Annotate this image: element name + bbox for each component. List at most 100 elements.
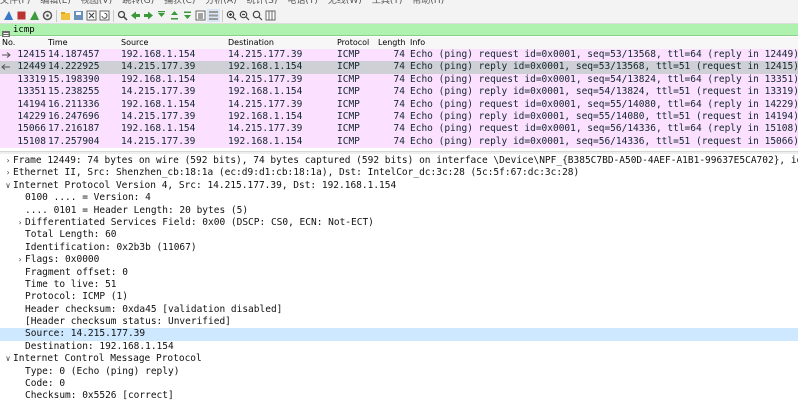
packet-row[interactable]: 14194 16.211336 192.168.1.154 14.215.177.39…	[0, 98, 798, 111]
detail-tree-item[interactable]: Identification: 0x2b3b (11067)	[0, 242, 798, 254]
packet-details-tree: › Frame 12449: 74 bytes on wire (592 bits…	[0, 155, 798, 403]
stop-capture-icon[interactable]	[15, 9, 28, 22]
menu-item[interactable]: 跳转(G)	[122, 0, 154, 6]
packet-no: 12415	[17, 49, 46, 60]
detail-tree-item[interactable]: › Ethernet II, Src: Shenzhen_cb:18:1a (ec…	[0, 167, 798, 179]
column-header-time[interactable]: Time	[48, 37, 68, 49]
restart-capture-icon[interactable]	[28, 9, 41, 22]
packet-time: 15.238255	[48, 86, 100, 98]
detail-tree-item[interactable]: Code: 0	[0, 378, 798, 390]
capture-options-icon[interactable]	[41, 9, 54, 22]
packet-no: 15108	[17, 135, 46, 147]
save-file-icon[interactable]	[72, 9, 85, 22]
expanded-chevron-icon[interactable]: ∨	[4, 180, 12, 192]
packet-no: 15066	[17, 123, 46, 135]
collapsed-chevron-icon[interactable]: ›	[4, 167, 12, 179]
detail-tree-item[interactable]: Source: 14.215.177.39	[0, 328, 798, 341]
go-back-icon[interactable]	[129, 9, 142, 22]
detail-tree-item[interactable]: Destination: 192.168.1.154	[0, 341, 798, 353]
detail-tree-text: Destination: 192.168.1.154	[25, 340, 174, 352]
menu-item[interactable]: 视图(V)	[81, 0, 112, 6]
detail-tree-item[interactable]: ∨ Internet Protocol Version 4, Src: 14.21…	[0, 180, 798, 192]
column-header-length[interactable]: Length	[378, 37, 406, 49]
packet-length: 74	[393, 98, 405, 110]
detail-tree-item[interactable]: Header checksum: 0xda45 [validation disa…	[0, 304, 798, 316]
packet-time: 16.247696	[48, 110, 100, 122]
detail-tree-item[interactable]: ∨ Internet Control Message Protocol	[0, 353, 798, 365]
packet-row[interactable]: 14229 16.247696 14.215.177.39 192.168.1.154…	[0, 110, 798, 124]
first-packet-icon[interactable]	[168, 9, 181, 22]
packet-destination: 192.168.1.154	[228, 86, 303, 98]
menu-item[interactable]: 无线(W)	[328, 0, 362, 6]
display-filter-input[interactable]	[13, 24, 713, 35]
detail-tree-item[interactable]: Total Length: 60	[0, 229, 798, 241]
bookmark-filter-icon[interactable]	[1, 25, 11, 39]
detail-tree-item[interactable]: .... 0101 = Header Length: 20 bytes (5)	[0, 205, 798, 217]
detail-tree-text: Internet Protocol Version 4, Src: 14.215…	[13, 179, 397, 191]
display-filter-bar	[0, 24, 798, 39]
detail-tree-item[interactable]: › Differentiated Services Field: 0x00 (DS…	[0, 217, 798, 229]
packet-no: 12449	[17, 61, 46, 73]
menu-item[interactable]: 电话(Y)	[287, 0, 318, 6]
packet-info: Echo (ping) request id=0x0001, seq=54/13…	[410, 73, 798, 85]
packet-protocol: ICMP	[337, 73, 360, 85]
open-file-icon[interactable]	[59, 9, 72, 22]
packet-length: 74	[393, 86, 405, 98]
packet-destination: 14.215.177.39	[228, 98, 303, 110]
resize-columns-icon[interactable]	[264, 9, 277, 22]
column-header-destination[interactable]: Destination	[228, 37, 274, 49]
detail-tree-item[interactable]: Checksum: 0x5526 [correct]	[0, 390, 798, 402]
menu-item[interactable]: 工具(T)	[372, 0, 403, 6]
expanded-chevron-icon[interactable]: ∨	[4, 353, 12, 365]
detail-tree-item[interactable]: 0100 .... = Version: 4	[0, 192, 798, 204]
packet-row[interactable]: 15066 17.216187 192.168.1.154 14.215.177.39…	[0, 123, 798, 136]
packet-source: 192.168.1.154	[121, 49, 196, 60]
zoom-out-icon[interactable]	[238, 9, 251, 22]
find-packet-icon[interactable]	[116, 9, 129, 22]
column-header-protocol[interactable]: Protocol	[337, 37, 369, 49]
packet-row[interactable]: 13351 15.238255 14.215.177.39 192.168.1.154…	[0, 86, 798, 99]
packet-protocol: ICMP	[337, 98, 360, 110]
detail-tree-text: Fragment offset: 0	[25, 266, 128, 278]
detail-tree-text: Identification: 0x2b3b (11067)	[25, 241, 197, 253]
packet-row[interactable]: 12415 14.187457 192.168.1.154 14.215.177.39…	[0, 49, 798, 62]
zoom-in-icon[interactable]	[225, 9, 238, 22]
detail-tree-text: Internet Control Message Protocol	[13, 353, 202, 365]
detail-tree-item[interactable]: [Header checksum status: Unverified]	[0, 316, 798, 328]
detail-tree-item[interactable]: Protocol: ICMP (1)	[0, 291, 798, 303]
collapsed-chevron-icon[interactable]: ›	[16, 254, 24, 266]
menu-item[interactable]: 文件(F)	[0, 0, 30, 6]
detail-tree-item[interactable]: Fragment offset: 0	[0, 267, 798, 279]
column-header-info[interactable]: Info	[410, 37, 425, 49]
autoscroll-icon[interactable]	[194, 9, 207, 22]
column-header-source[interactable]: Source	[121, 37, 148, 49]
menu-item[interactable]: 分析(A)	[205, 0, 236, 6]
packet-time: 14.187457	[48, 49, 100, 60]
close-file-icon[interactable]	[85, 9, 98, 22]
detail-tree-item[interactable]: Time to live: 51	[0, 279, 798, 291]
menu-item[interactable]: 捕获(C)	[164, 0, 195, 6]
menu-item[interactable]: 统计(S)	[247, 0, 278, 6]
detail-tree-text: Code: 0	[25, 378, 66, 390]
packet-row[interactable]: 12449 14.222925 14.215.177.39 192.168.1.154…	[0, 61, 798, 74]
last-packet-icon[interactable]	[181, 9, 194, 22]
pane-splitter[interactable]	[0, 151, 798, 154]
column-header-no[interactable]: No.	[2, 37, 15, 49]
detail-tree-item[interactable]: › Frame 12449: 74 bytes on wire (592 bits…	[0, 155, 798, 167]
colorize-icon[interactable]	[207, 9, 220, 22]
detail-tree-item[interactable]: Type: 0 (Echo (ping) reply)	[0, 366, 798, 378]
shark-fin-start-icon[interactable]	[2, 9, 15, 22]
collapsed-chevron-icon[interactable]: ›	[16, 217, 24, 229]
packet-length: 74	[393, 61, 405, 73]
packet-row[interactable]: 13319 15.198390 192.168.1.154 14.215.177.39…	[0, 73, 798, 87]
reload-file-icon[interactable]	[98, 9, 111, 22]
menu-item[interactable]: 帮助(H)	[412, 0, 444, 6]
normal-size-icon[interactable]	[251, 9, 264, 22]
collapsed-chevron-icon[interactable]: ›	[4, 155, 12, 167]
go-forward-icon[interactable]	[142, 9, 155, 22]
detail-tree-item[interactable]: › Flags: 0x0000	[0, 254, 798, 266]
packet-protocol: ICMP	[337, 110, 360, 122]
go-to-packet-icon[interactable]	[155, 9, 168, 22]
menu-item[interactable]: 编辑(E)	[40, 0, 71, 6]
packet-row[interactable]: 15108 17.257904 14.215.177.39 192.168.1.154…	[0, 135, 798, 149]
